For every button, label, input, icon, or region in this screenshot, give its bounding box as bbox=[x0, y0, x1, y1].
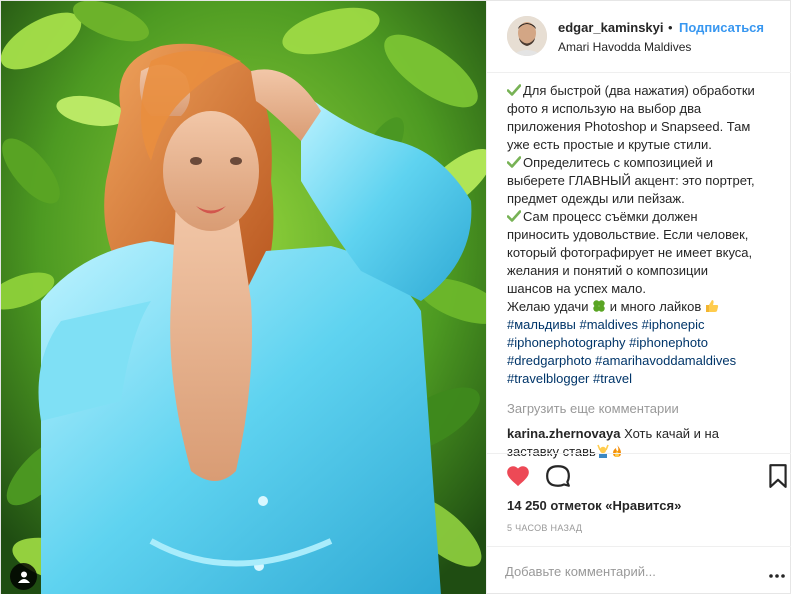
post-location[interactable]: Amari Havodda Maldives bbox=[558, 40, 691, 54]
caption-line: Для быстрой (два нажатия) обработки bbox=[507, 82, 787, 100]
caption-line: фото я использую на выбор два bbox=[507, 101, 702, 116]
caption-line: приносить удовольствие. Если человек, bbox=[507, 227, 749, 242]
hashtag-line[interactable]: #мальдивы #maldives #iphonepic bbox=[507, 316, 787, 334]
comment-text-line1: Хоть качай и на bbox=[624, 426, 719, 441]
hashtag-line[interactable]: #travelblogger #travel bbox=[507, 370, 787, 388]
check-mark-emoji-icon bbox=[507, 84, 521, 96]
caption-line: уже есть простые и крутые стили. bbox=[507, 137, 712, 152]
caption-line: Определитесь с композицией и bbox=[507, 154, 787, 172]
tagged-people-button[interactable] bbox=[10, 563, 37, 590]
hashtag-line[interactable]: #iphonephotography #iphonephoto bbox=[507, 334, 787, 352]
more-dots-icon bbox=[769, 574, 785, 578]
photo-illustration bbox=[1, 1, 486, 594]
caption-line: шансов на успех мало. bbox=[507, 281, 646, 296]
post-photo[interactable] bbox=[1, 1, 486, 594]
save-button[interactable] bbox=[767, 463, 791, 489]
comments-area: Для быстрой (два нажатия) обработки фото… bbox=[507, 82, 787, 461]
load-more-comments-button[interactable]: Загрузить еще комментарии bbox=[507, 400, 787, 418]
avatar[interactable] bbox=[507, 16, 547, 56]
caption-line: выберете ГЛАВНЫЙ акцент: это портрет, bbox=[507, 173, 755, 188]
bookmark-icon bbox=[769, 464, 787, 488]
like-button[interactable] bbox=[505, 463, 531, 489]
caption-line: желания и понятий о композиции bbox=[507, 263, 709, 278]
post-username[interactable]: edgar_kaminskyi bbox=[558, 20, 664, 35]
post-actions-bar bbox=[487, 453, 791, 491]
post-side-panel: edgar_kaminskyi • Подписаться Amari Havo… bbox=[486, 1, 791, 594]
separator-dot: • bbox=[668, 20, 673, 35]
instagram-post: edgar_kaminskyi • Подписаться Amari Havo… bbox=[0, 0, 791, 594]
person-tag-icon bbox=[17, 571, 30, 583]
add-comment-section bbox=[487, 546, 791, 594]
caption-line: Сам процесс съёмки должен bbox=[507, 208, 787, 226]
add-comment-input[interactable] bbox=[505, 561, 755, 581]
more-options-button[interactable] bbox=[769, 567, 785, 578]
caption: Для быстрой (два нажатия) обработки фото… bbox=[507, 82, 787, 388]
caption-line: Желаю удачи и много лайков bbox=[507, 298, 787, 316]
caption-line: который фотографирует не имеет вкуса, bbox=[507, 245, 753, 260]
comment-bubble-icon bbox=[546, 465, 570, 487]
post-header: edgar_kaminskyi • Подписаться Amari Havo… bbox=[487, 1, 791, 73]
caption-line: приложения Photoshop и Snapseed. Там bbox=[507, 119, 751, 134]
check-mark-emoji-icon bbox=[507, 156, 521, 168]
avatar-image bbox=[507, 16, 547, 56]
likes-count[interactable]: 14 250 отметок «Нравится» bbox=[507, 498, 681, 513]
follow-button[interactable]: Подписаться bbox=[679, 20, 764, 35]
heart-filled-icon bbox=[507, 466, 529, 487]
caption-line: предмет одежды или пейзаж. bbox=[507, 191, 685, 206]
comment-username[interactable]: karina.zhernovaya bbox=[507, 426, 620, 441]
check-mark-emoji-icon bbox=[507, 210, 521, 222]
comment-button[interactable] bbox=[545, 463, 571, 489]
post-timestamp[interactable]: 5 часов назад bbox=[507, 523, 582, 533]
thumbs-up-emoji-icon bbox=[705, 300, 719, 312]
four-leaf-clover-emoji-icon bbox=[593, 300, 605, 312]
hashtag-line[interactable]: #dredgarphoto #amarihavoddamaldives bbox=[507, 352, 787, 370]
